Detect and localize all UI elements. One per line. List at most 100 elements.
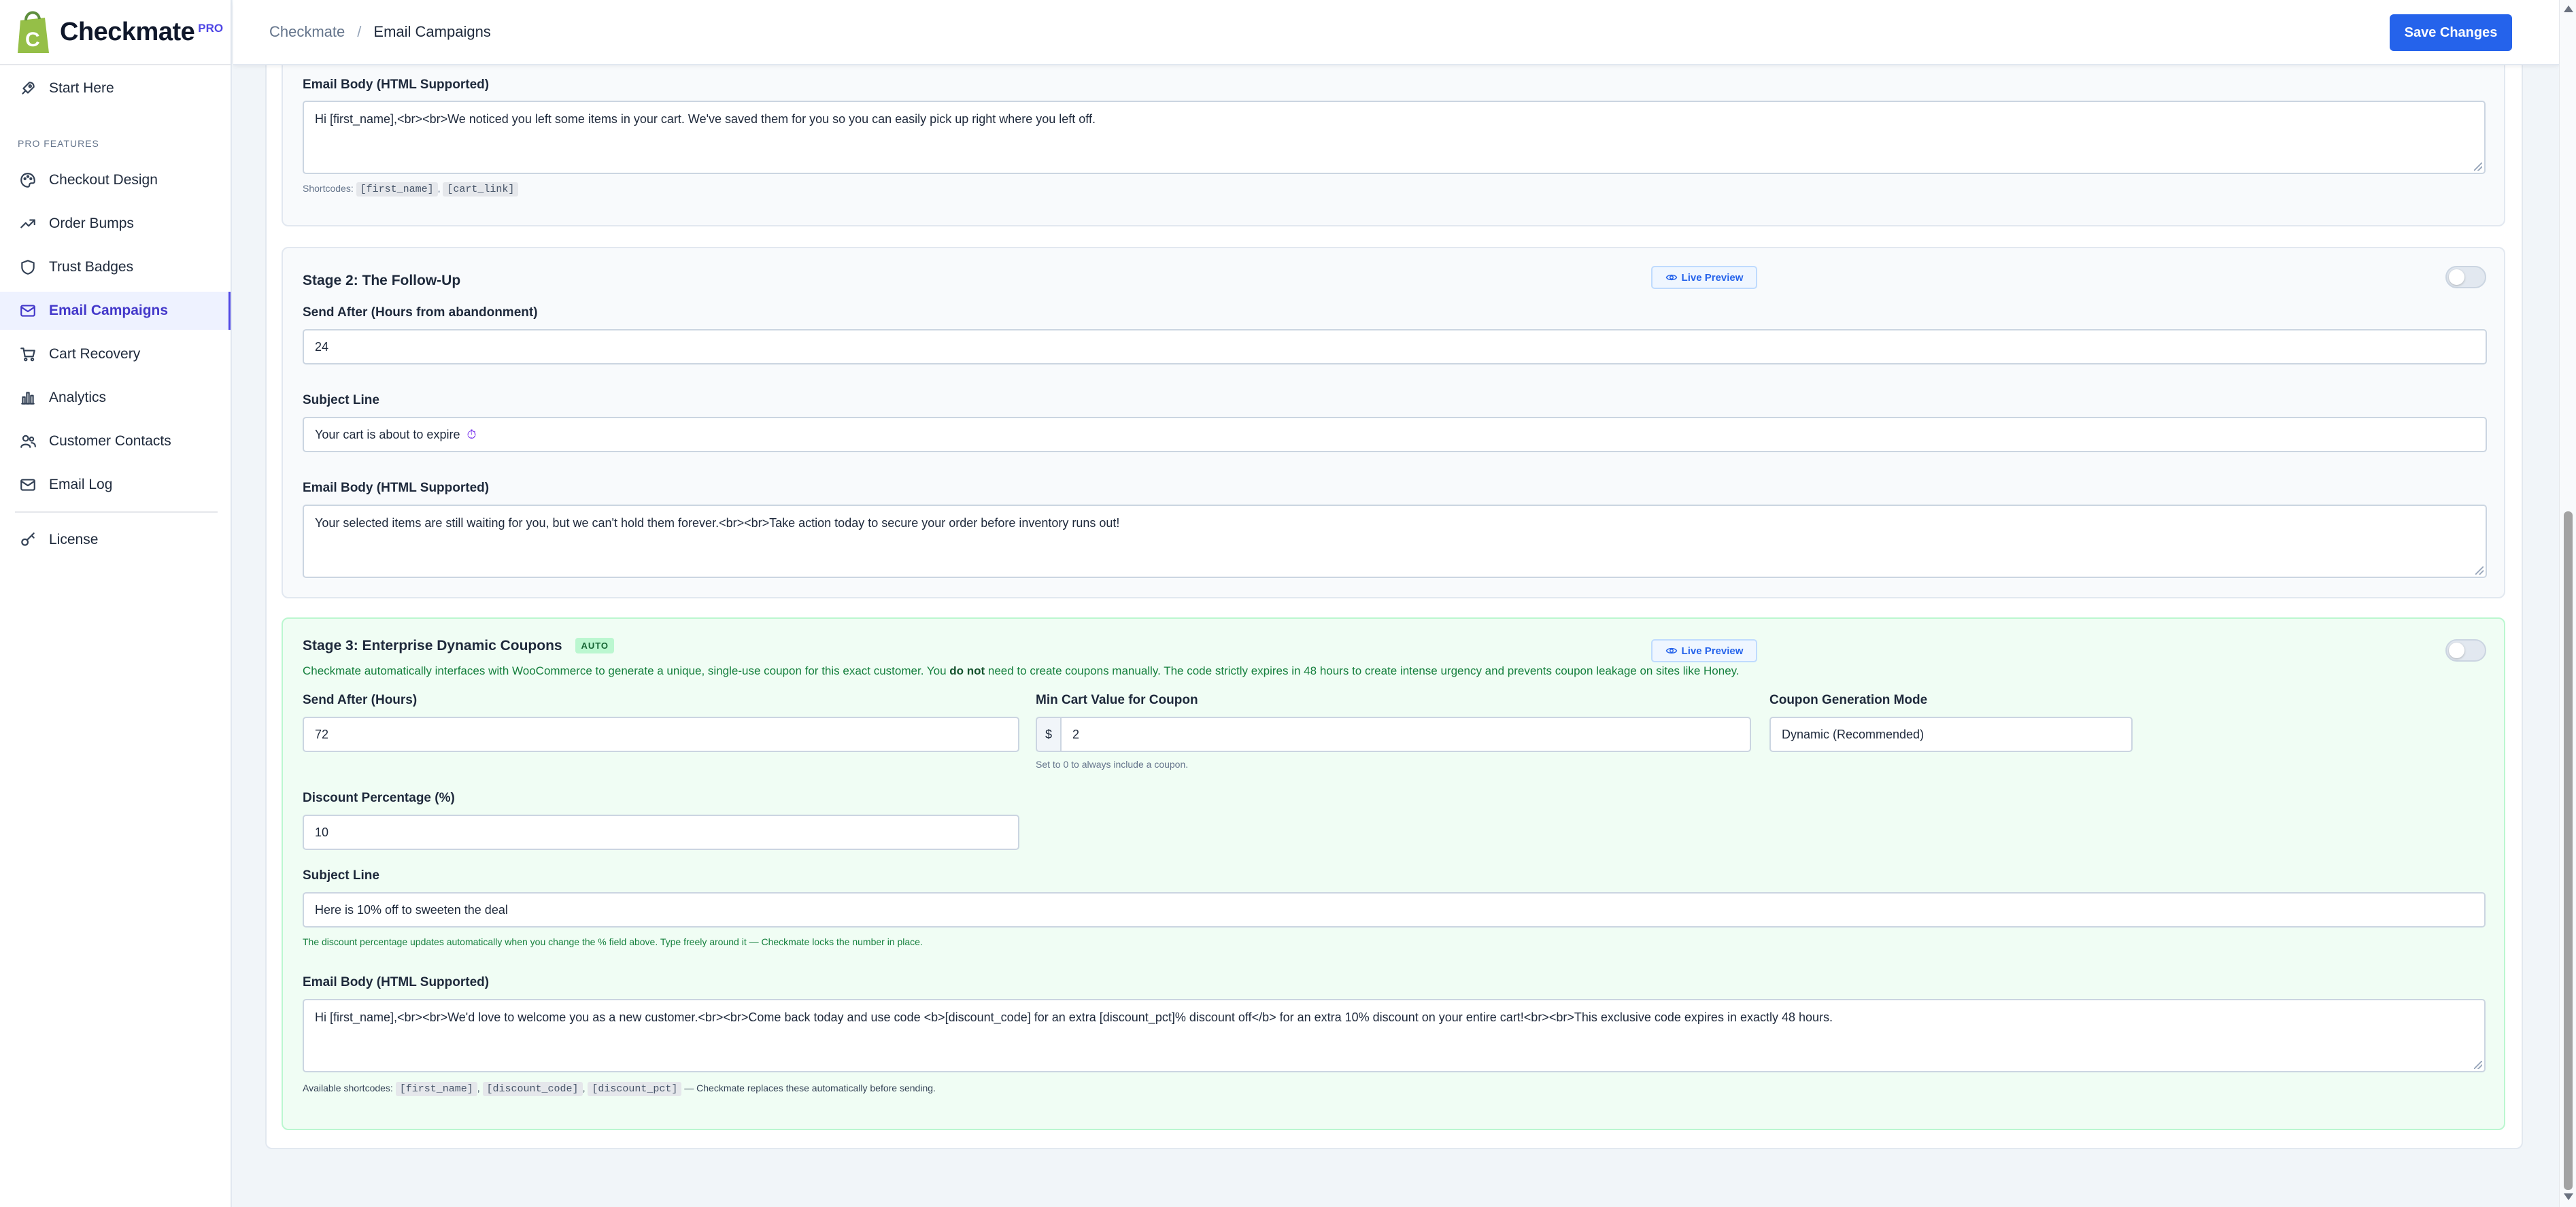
stage-1-body-textarea[interactable]: Hi [first_name],<br><br>We noticed you l…	[303, 101, 2486, 174]
shortcode-first-name: [first_name]	[356, 182, 438, 197]
stage-2-subject-value: Your cart is about to expire	[315, 427, 460, 441]
sidebar-item-label: Start Here	[49, 80, 114, 96]
mail-icon	[20, 305, 35, 317]
cart-icon	[20, 347, 35, 362]
resize-grip[interactable]	[2474, 1061, 2482, 1069]
sidebar-item-label: License	[49, 532, 99, 547]
stage-2-enable-toggle[interactable]	[2445, 266, 2486, 288]
sidebar-item-label: Cart Recovery	[49, 346, 141, 362]
logo-icon: C	[18, 11, 49, 53]
shield-icon	[21, 260, 35, 275]
live-preview-label: Live Preview	[1681, 271, 1744, 284]
discount-percentage-input[interactable]: 10	[303, 815, 1019, 850]
sidebar-item-email-log[interactable]: Email Log	[0, 466, 231, 504]
stage-3-body-label: Email Body (HTML Supported)	[303, 975, 490, 989]
trending-up-icon	[20, 219, 35, 228]
scroll-down-arrow-icon[interactable]	[2564, 1193, 2573, 1200]
stage-2-body-textarea[interactable]: Your selected items are still waiting fo…	[303, 505, 2487, 578]
sidebar-item-label: Customer Contacts	[49, 433, 171, 449]
stage-1-body-value: Hi [first_name],<br><br>We noticed you l…	[315, 112, 1096, 126]
scrollbar-thumb[interactable]	[2564, 511, 2573, 1190]
scroll-up-arrow-icon[interactable]	[2564, 5, 2573, 12]
sidebar-item-customer-contacts[interactable]: Customer Contacts	[0, 422, 231, 460]
breadcrumb-root[interactable]: Checkmate	[269, 23, 345, 41]
app-name: Checkmate	[60, 17, 195, 46]
min-cart-value-label: Min Cart Value for Coupon	[1036, 693, 1198, 707]
sidebar-item-email-campaigns[interactable]: Email Campaigns	[0, 292, 231, 330]
min-cart-value-hint: Set to 0 to always include a coupon.	[1036, 759, 1189, 770]
sidebar-item-start-here[interactable]: Start Here	[0, 69, 231, 107]
stage-3-send-after-input[interactable]: 72	[303, 717, 1019, 752]
desc-part-2: need to create coupons manually. The cod…	[985, 664, 1740, 677]
brand[interactable]: C Checkmate PRO	[0, 0, 231, 65]
shortcode-first-name: [first_name]	[395, 1082, 477, 1096]
bar-chart-icon	[21, 392, 35, 405]
sidebar-item-checkout-design[interactable]: Checkout Design	[0, 161, 231, 199]
stage-2-send-after-input[interactable]: 24	[303, 329, 2487, 364]
stage-2-body-label: Email Body (HTML Supported)	[303, 481, 490, 495]
stopwatch-icon: ⏱	[467, 427, 477, 441]
shortcode-discount-pct: [discount_pct]	[588, 1082, 682, 1096]
min-cart-value-input[interactable]: 2	[1060, 717, 1751, 752]
stage-3-description: Checkmate automatically interfaces with …	[303, 664, 1740, 678]
stage-2-card: Stage 2: The Follow-Up Live Preview Send…	[282, 247, 2505, 598]
nav-section-label: PRO FEATURES	[18, 138, 99, 149]
shortcode-discount-code: [discount_code]	[482, 1082, 583, 1096]
eye-icon	[1665, 647, 1677, 654]
eye-icon	[1665, 274, 1677, 281]
live-preview-label: Live Preview	[1681, 645, 1744, 657]
stage-1-card: Email Body (HTML Supported) Hi [first_na…	[282, 41, 2505, 226]
mail-log-icon	[20, 479, 35, 491]
shortcodes-label: Available shortcodes:	[303, 1083, 393, 1093]
coupon-mode-select[interactable]: Dynamic (Recommended)	[1769, 717, 2133, 752]
coupon-mode-label: Coupon Generation Mode	[1769, 693, 1928, 707]
rocket-icon	[22, 82, 35, 95]
sidebar-item-analytics[interactable]: Analytics	[0, 379, 231, 417]
sidebar-item-label: Email Log	[49, 477, 113, 492]
sidebar: C Checkmate PRO Start Here PRO FEATURES …	[0, 0, 232, 1207]
top-header: Checkmate / Email Campaigns Save Changes	[233, 0, 2559, 65]
shortcodes-label: Shortcodes:	[303, 183, 354, 194]
stage-2-send-after-label: Send After (Hours from abandonment)	[303, 305, 538, 320]
stage-2-body-value: Your selected items are still waiting fo…	[315, 516, 1120, 530]
sidebar-item-order-bumps[interactable]: Order Bumps	[0, 205, 231, 243]
sidebar-item-label: Email Campaigns	[49, 303, 169, 318]
palette-icon	[20, 173, 35, 188]
stage-3-live-preview-button[interactable]: Live Preview	[1651, 639, 1757, 662]
breadcrumb-current: Email Campaigns	[373, 23, 491, 40]
stage-3-enable-toggle[interactable]	[2445, 639, 2486, 662]
scrollbar[interactable]	[2559, 0, 2576, 1207]
toggle-knob	[2449, 269, 2464, 285]
save-button[interactable]: Save Changes	[2390, 14, 2512, 51]
sidebar-item-label: Trust Badges	[49, 259, 134, 275]
stage-3-card: Stage 3: Enterprise Dynamic Coupons AUTO…	[282, 617, 2505, 1130]
resize-grip[interactable]	[2474, 163, 2482, 171]
stage-3-body-value: Hi [first_name],<br><br>We'd love to wel…	[315, 1010, 1833, 1024]
sidebar-item-license[interactable]: License	[0, 521, 231, 559]
stage-3-body-textarea[interactable]: Hi [first_name],<br><br>We'd love to wel…	[303, 999, 2486, 1072]
key-icon	[21, 532, 35, 546]
stage-1-body-label: Email Body (HTML Supported)	[303, 78, 490, 92]
stage-3-subject-hint: The discount percentage updates automati…	[303, 936, 923, 947]
stage-3-send-after-label: Send After (Hours)	[303, 693, 418, 707]
stage-2-subject-label: Subject Line	[303, 393, 379, 407]
stage-3-title-row: Stage 3: Enterprise Dynamic Coupons AUTO	[303, 638, 615, 654]
sidebar-divider	[15, 511, 218, 513]
stage-3-subject-input[interactable]: Here is 10% off to sweeten the deal	[303, 892, 2486, 928]
stage-3-shortcodes: Available shortcodes: [first_name], [dis…	[303, 1082, 936, 1096]
auto-badge: AUTO	[575, 638, 615, 653]
sidebar-item-label: Analytics	[49, 390, 107, 405]
sidebar-item-cart-recovery[interactable]: Cart Recovery	[0, 335, 231, 373]
shortcodes-suffix: — Checkmate replaces these automatically…	[684, 1083, 936, 1093]
currency-prefix: $	[1036, 717, 1060, 752]
stage-2-subject-input[interactable]: Your cart is about to expire ⏱	[303, 417, 2487, 452]
stage-3-subject-label: Subject Line	[303, 868, 379, 883]
sidebar-item-trust-badges[interactable]: Trust Badges	[0, 248, 231, 286]
stage-1-shortcodes: Shortcodes: [first_name], [cart_link]	[303, 182, 519, 197]
users-icon	[20, 435, 36, 448]
svg-text:C: C	[25, 29, 40, 51]
stage-2-live-preview-button[interactable]: Live Preview	[1651, 266, 1757, 289]
desc-emphasis: do not	[949, 664, 985, 677]
resize-grip[interactable]	[2475, 566, 2484, 575]
toggle-knob	[2449, 643, 2464, 658]
